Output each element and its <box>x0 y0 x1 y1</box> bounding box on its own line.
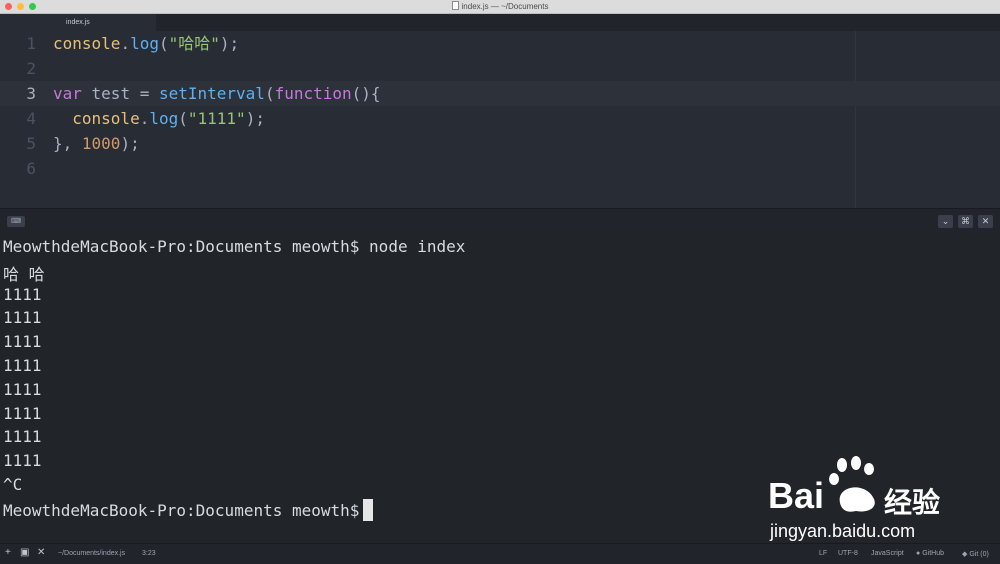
code-text: console.log("哈哈"); <box>53 31 239 56</box>
git-status[interactable]: ◆ Git (0) <box>962 550 989 558</box>
terminal-close-button[interactable]: ✕ <box>978 215 993 228</box>
terminal-icon[interactable]: ▣ <box>20 547 29 558</box>
terminal-prompt-line[interactable]: MeowthdeMacBook-Pro:Documents meowth$ <box>3 498 374 521</box>
watermark-brand-tail: 经验 <box>884 487 941 518</box>
grammar[interactable]: JavaScript <box>871 550 904 557</box>
cursor-position[interactable]: 3:23 <box>142 550 156 557</box>
terminal-cursor <box>363 498 374 521</box>
code-token: }, <box>53 134 82 153</box>
code-token: ); <box>120 134 140 153</box>
code-text: }, 1000); <box>53 131 140 156</box>
terminal-output-line: 1111 <box>3 379 42 399</box>
terminal-output-line: ^C <box>3 475 23 494</box>
code-token: console <box>53 34 121 53</box>
code-text: var test = setInterval(function(){ <box>53 81 381 106</box>
line-number: 4 <box>26 109 36 128</box>
code-token: ); <box>245 109 265 128</box>
code-line[interactable]: 1 console.log("哈哈"); <box>0 31 1000 56</box>
terminal-output-line: 1111 <box>3 284 42 304</box>
code-token: setInterval <box>158 84 265 103</box>
watermark-brand: Bai <box>768 475 825 516</box>
code-token: . <box>120 34 131 53</box>
line-ending[interactable]: LF <box>819 550 827 557</box>
code-token: test = <box>81 84 159 103</box>
terminal-output-line: 1111 <box>3 427 42 447</box>
code-token: ( <box>158 34 169 53</box>
window-title: index.js — ~/Documents <box>0 1 1000 11</box>
code-line[interactable]: 3 var test = setInterval(function(){ <box>0 81 1000 106</box>
line-number: 6 <box>26 159 36 178</box>
tab-index-js[interactable]: index.js <box>0 14 156 31</box>
code-text: console.log("1111"); <box>53 106 265 131</box>
code-token: log <box>130 34 159 53</box>
status-bar: + ▣ ✕ ~/Documents/index.js 3:23 LF UTF-8… <box>0 543 1000 564</box>
terminal-output-line: 1111 <box>3 403 42 423</box>
add-icon[interactable]: + <box>5 547 11 558</box>
code-line[interactable]: 2 <box>0 56 1000 81</box>
terminal-maximize-button[interactable]: ⌘ <box>958 215 973 228</box>
github-status[interactable]: ● GitHub <box>916 550 944 557</box>
tab-bar: index.js <box>0 14 1000 31</box>
code-line[interactable]: 4 console.log("1111"); <box>0 106 1000 131</box>
code-token: ( <box>178 109 188 128</box>
line-number: 1 <box>26 34 36 53</box>
code-line[interactable]: 6 <box>0 156 1000 181</box>
watermark-url: jingyan.baidu.com <box>770 521 916 541</box>
code-token: log <box>149 109 179 128</box>
code-token: function <box>274 84 352 103</box>
code-token: (){ <box>351 84 381 103</box>
terminal-tab-icon[interactable]: ⌨ <box>7 216 25 227</box>
git-icon: ◆ <box>962 551 968 558</box>
close-icon[interactable]: ✕ <box>37 547 45 558</box>
code-token: . <box>139 109 150 128</box>
code-token: console <box>72 109 140 128</box>
file-path[interactable]: ~/Documents/index.js <box>58 550 125 557</box>
line-number: 2 <box>26 59 36 78</box>
terminal-output-line: 1111 <box>3 451 42 471</box>
github-icon: ● <box>916 550 921 557</box>
code-token: ( <box>264 84 275 103</box>
terminal-output-line: 1111 <box>3 308 42 328</box>
encoding[interactable]: UTF-8 <box>838 550 858 557</box>
line-number: 3 <box>26 84 36 103</box>
terminal-output-line: 1111 <box>3 332 42 352</box>
code-editor[interactable]: 1 console.log("哈哈"); 2 3 var test = setInter… <box>0 31 1000 208</box>
line-number: 5 <box>26 134 36 153</box>
code-token: var <box>53 84 82 103</box>
document-icon <box>451 1 459 10</box>
terminal-output-line: MeowthdeMacBook-Pro:Documents meowth$ no… <box>3 237 466 256</box>
code-token: ); <box>219 34 240 53</box>
baidu-watermark: Bai 经验 jingyan.baidu.com <box>766 455 956 543</box>
terminal-output-line: 1111 <box>3 356 42 375</box>
code-token: "哈哈" <box>168 34 220 53</box>
code-line[interactable]: 5}, 1000); <box>0 131 1000 156</box>
title-bar: index.js — ~/Documents <box>0 0 1000 14</box>
terminal-collapse-button[interactable]: ⌄ <box>938 215 953 228</box>
terminal-header: ⌨ ⌄ ⌘ ✕ <box>0 208 1000 234</box>
code-token: "1111" <box>187 109 246 128</box>
terminal-output-line: 哈 哈 <box>3 264 45 284</box>
code-token: 1000 <box>81 134 121 153</box>
